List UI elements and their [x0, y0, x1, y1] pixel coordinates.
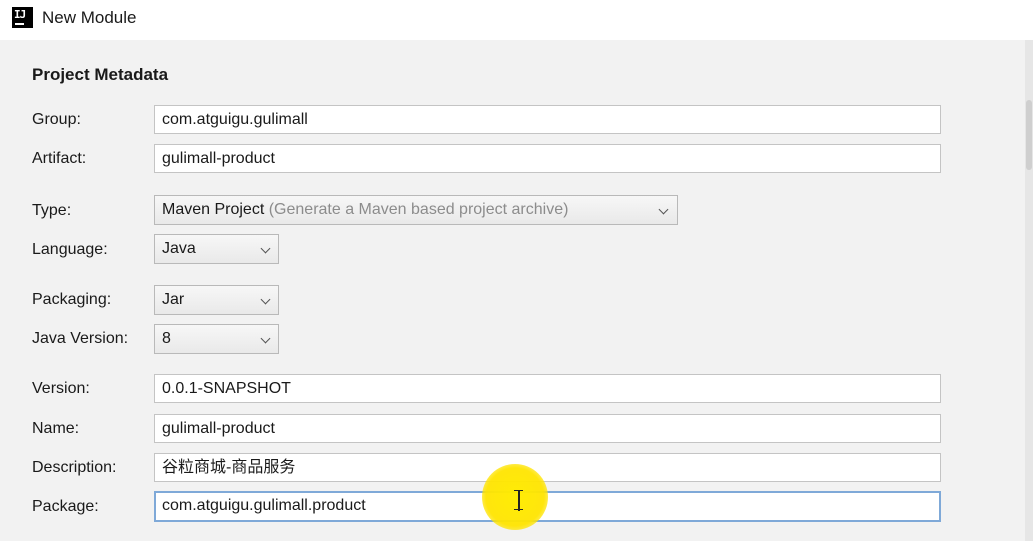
window-title: New Module: [42, 8, 137, 27]
group-label: Group:: [32, 111, 81, 128]
packaging-dropdown[interactable]: Jar: [154, 285, 279, 315]
package-label: Package:: [32, 498, 99, 515]
type-label: Type:: [32, 202, 72, 219]
type-dropdown[interactable]: Maven Project (Generate a Maven based pr…: [154, 195, 678, 225]
name-label: Name:: [32, 420, 80, 437]
description-label: Description:: [32, 459, 117, 476]
packaging-label: Packaging:: [32, 291, 112, 308]
group-input[interactable]: com.atguigu.gulimall: [154, 105, 941, 134]
version-input[interactable]: 0.0.1-SNAPSHOT: [154, 374, 941, 403]
title-bar: IJ New Module: [0, 0, 1033, 38]
language-label: Language:: [32, 241, 108, 258]
language-dropdown[interactable]: Java: [154, 234, 279, 264]
scrollbar-thumb[interactable]: [1026, 100, 1032, 170]
intellij-logo-icon: IJ: [12, 7, 33, 28]
description-input[interactable]: 谷粒商城-商品服务: [154, 453, 941, 482]
type-hint: (Generate a Maven based project archive): [268, 201, 569, 218]
language-value: Java: [162, 240, 196, 257]
chevron-down-icon: [658, 204, 669, 215]
section-title: Project Metadata: [32, 65, 169, 84]
chevron-down-icon: [260, 243, 271, 254]
java-version-dropdown[interactable]: 8: [154, 324, 279, 354]
version-label: Version:: [32, 380, 90, 397]
chevron-down-icon: [260, 333, 271, 344]
java-version-label: Java Version:: [32, 330, 129, 347]
type-value: Maven Project: [162, 201, 265, 218]
scrollbar[interactable]: [1025, 40, 1033, 541]
java-version-value: 8: [162, 330, 171, 347]
text-cursor-icon: [513, 490, 524, 512]
chevron-down-icon: [260, 294, 271, 305]
artifact-input[interactable]: gulimall-product: [154, 144, 941, 173]
packaging-value: Jar: [162, 291, 185, 308]
name-input[interactable]: gulimall-product: [154, 414, 941, 443]
artifact-label: Artifact:: [32, 150, 87, 167]
